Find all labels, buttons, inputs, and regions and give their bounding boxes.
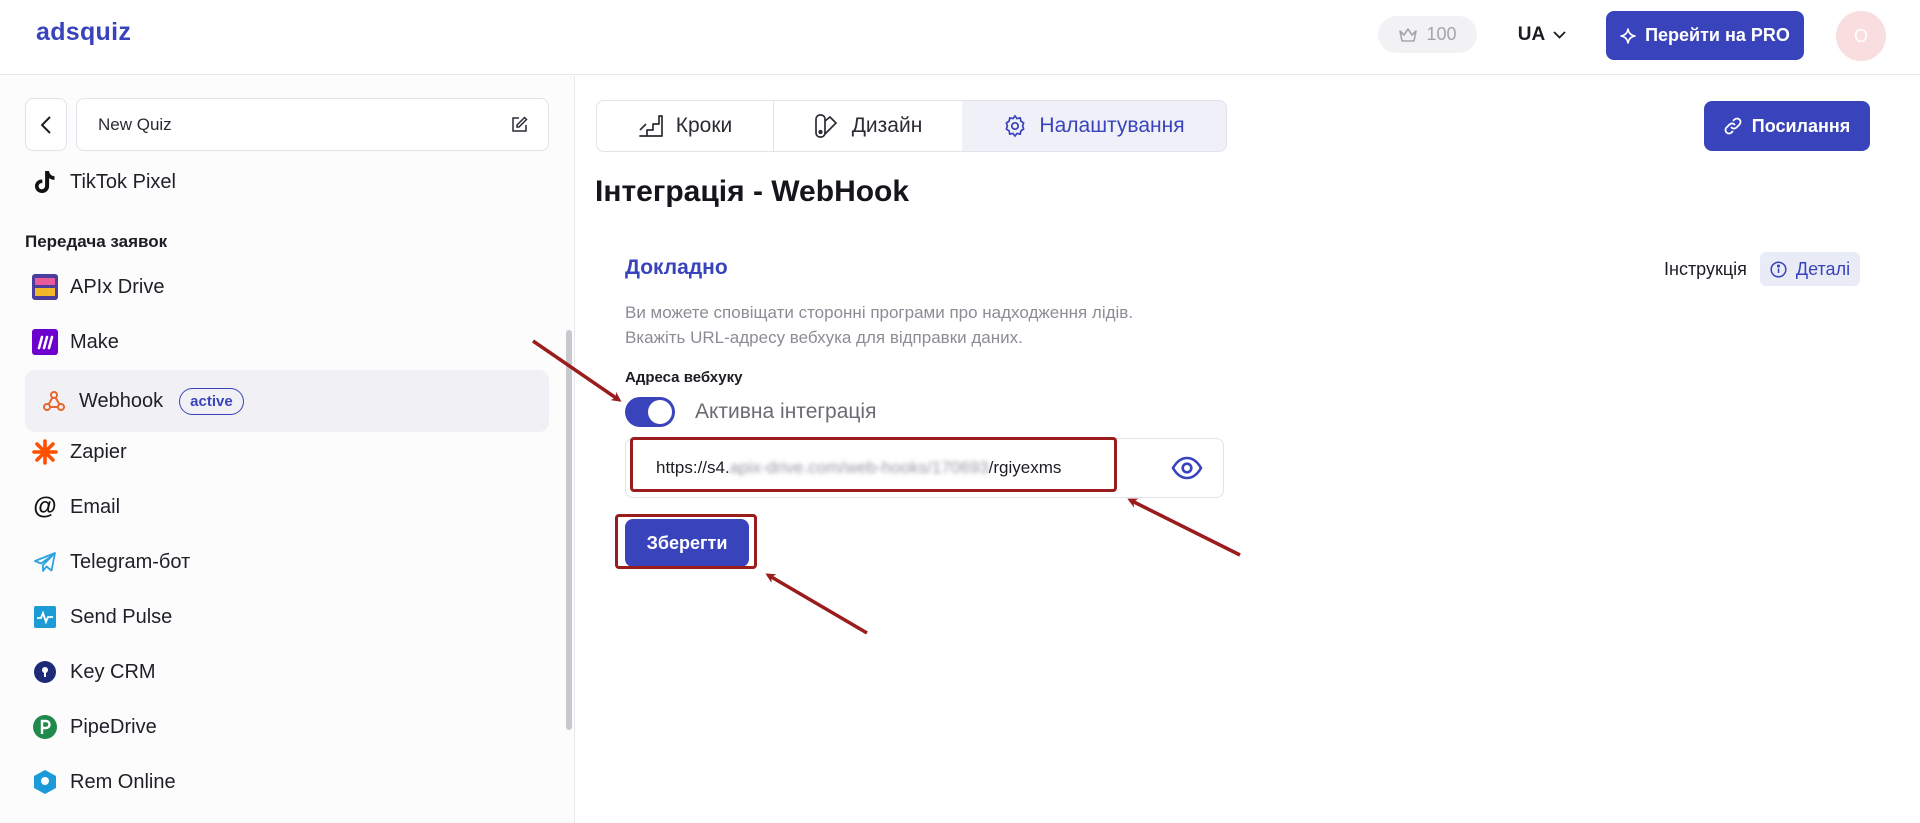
back-button[interactable]	[25, 98, 67, 151]
key-crm-icon	[32, 659, 58, 685]
go-pro-label: Перейти на PRO	[1645, 25, 1790, 45]
gear-icon	[1005, 114, 1026, 138]
sidebar-item-key-crm[interactable]: Key CRM	[25, 648, 549, 696]
credits-value: 100	[1426, 24, 1457, 44]
tab-label: Кроки	[675, 114, 733, 137]
sidebar-item-make[interactable]: Make	[25, 318, 549, 366]
share-link-label: Посилання	[1751, 115, 1851, 136]
description: Ви можете сповіщати сторонні програми пр…	[625, 300, 1133, 350]
sidebar-item-telegram[interactable]: Telegram-бот	[25, 538, 549, 586]
tiktok-icon	[32, 169, 58, 195]
tab-design[interactable]: Дизайн	[774, 101, 962, 151]
tab-settings[interactable]: Налаштування	[962, 101, 1226, 151]
sidebar-item-webhook[interactable]: Webhook active	[25, 370, 549, 432]
info-icon	[1770, 260, 1787, 278]
sidebar-item-email[interactable]: @ Email	[25, 483, 549, 531]
apix-drive-icon	[32, 274, 58, 300]
crown-icon	[1399, 27, 1418, 42]
annotation-arrow	[765, 573, 868, 635]
sidebar-item-zapier[interactable]: Zapier	[25, 428, 549, 476]
page-title: Інтеграція - WebHook	[595, 175, 910, 208]
make-icon	[32, 329, 58, 355]
chevron-left-icon	[41, 115, 51, 134]
sidebar-item-label: Make	[70, 330, 119, 353]
sparkle-icon	[1620, 27, 1636, 44]
sidebar-item-label: APIx Drive	[70, 275, 165, 298]
zapier-icon	[32, 439, 58, 465]
send-pulse-icon	[32, 604, 58, 630]
edit-icon[interactable]	[511, 116, 528, 133]
eye-icon[interactable]	[1171, 454, 1203, 482]
sidebar-item-label: TikTok Pixel	[70, 170, 176, 193]
avatar[interactable]: O	[1836, 11, 1886, 61]
sidebar-item-apix-drive[interactable]: APIx Drive	[25, 263, 549, 311]
top-header: adsquiz 100 UA Перейти на PRO O	[0, 0, 1920, 75]
status-badge: active	[179, 387, 244, 415]
credits-counter: 100	[1378, 16, 1477, 53]
annotation-arrow	[1127, 498, 1241, 557]
details-title: Докладно	[625, 256, 728, 279]
description-line: Ви можете сповіщати сторонні програми пр…	[625, 303, 1134, 322]
sidebar-item-tiktok[interactable]: TikTok Pixel	[25, 158, 549, 206]
sidebar-item-label: Send Pulse	[70, 605, 173, 628]
sidebar-item-label: PipeDrive	[70, 715, 157, 738]
tab-steps[interactable]: Кроки	[597, 101, 774, 151]
tab-label: Налаштування	[1039, 114, 1185, 137]
pipedrive-icon	[32, 714, 58, 740]
description-line: Вкажіть URL-адресу вебхука для відправки…	[625, 328, 1023, 347]
toggle-label: Активна інтеграція	[695, 400, 877, 423]
webhook-icon	[41, 388, 67, 414]
webhook-field-label: Адреса вебхуку	[625, 369, 743, 386]
go-pro-button[interactable]: Перейти на PRO	[1606, 11, 1804, 60]
details-button[interactable]: Деталі	[1760, 252, 1860, 286]
tabs: Кроки Дизайн Налаштування	[596, 100, 1227, 152]
language-select[interactable]: UA	[1506, 14, 1578, 56]
sidebar-item-send-pulse[interactable]: Send Pulse	[25, 593, 549, 641]
palette-icon	[814, 114, 837, 138]
app-logo[interactable]: adsquiz	[36, 18, 131, 47]
sidebar-item-label: Webhook	[79, 389, 164, 412]
language-value: UA	[1517, 24, 1546, 45]
section-title: Передача заявок	[25, 232, 168, 251]
sidebar-item-label: Rem Online	[70, 770, 176, 793]
annotation-highlight-save	[615, 514, 757, 569]
sidebar-scrollbar[interactable]	[566, 330, 572, 730]
annotation-highlight-url	[630, 437, 1117, 492]
chevron-down-icon	[1553, 31, 1566, 39]
sidebar: New Quiz TikTok Pixel Передача заявок AP…	[0, 76, 575, 823]
steps-icon	[638, 115, 663, 137]
at-sign-icon: @	[33, 493, 57, 520]
telegram-icon	[32, 549, 58, 575]
instruction-label: Інструкція	[1664, 259, 1747, 279]
sidebar-item-rem-online[interactable]: Rem Online	[25, 758, 549, 806]
sidebar-item-label: Telegram-бот	[70, 550, 191, 573]
quiz-name-field[interactable]: New Quiz	[76, 98, 549, 151]
quiz-name-text: New Quiz	[98, 114, 172, 134]
sidebar-item-pipedrive[interactable]: PipeDrive	[25, 703, 549, 751]
rem-online-icon	[32, 769, 58, 795]
tab-label: Дизайн	[851, 114, 923, 137]
details-button-label: Деталі	[1795, 258, 1851, 279]
link-icon	[1724, 117, 1742, 135]
active-integration-toggle[interactable]	[625, 397, 675, 427]
sidebar-item-label: Zapier	[70, 440, 127, 463]
sidebar-item-label: Key CRM	[70, 660, 156, 683]
sidebar-item-label: Email	[70, 495, 121, 518]
share-link-button[interactable]: Посилання	[1704, 101, 1870, 151]
